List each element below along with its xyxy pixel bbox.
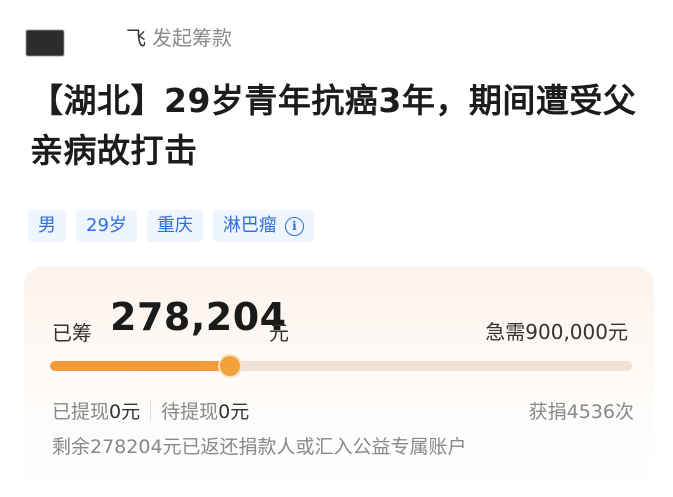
raised-unit: 元 xyxy=(269,321,289,345)
patient-tags: 男 29岁 重庆 淋巴瘤 i xyxy=(28,210,314,242)
progress-bar xyxy=(50,356,632,376)
donation-count[interactable]: 获捐4536次 xyxy=(529,397,634,424)
tag-city: 重庆 xyxy=(146,210,203,242)
organizer-line: 飞 发起筹款 xyxy=(26,16,232,56)
target-amount: 急需900,000元 xyxy=(485,320,628,344)
progress-fill xyxy=(50,361,230,371)
tag-gender: 男 xyxy=(28,210,66,242)
stats-divider xyxy=(150,400,152,421)
avatar[interactable] xyxy=(26,30,64,56)
tag-age-label: 29岁 xyxy=(86,215,127,236)
stats-row: 已提现 0元 待提现 0元 获捐4536次 xyxy=(52,397,634,424)
info-icon[interactable]: i xyxy=(284,216,304,236)
tag-disease-label: 淋巴瘤 xyxy=(222,215,277,236)
withdrawn-label: 已提现 xyxy=(52,401,110,423)
raised-amount: 278,204 xyxy=(110,295,287,339)
pending-value: 0元 xyxy=(218,401,250,423)
pending-label: 待提现 xyxy=(161,401,219,423)
tag-city-label: 重庆 xyxy=(156,215,193,236)
tag-gender-label: 男 xyxy=(38,215,56,236)
fundraising-page: 飞 发起筹款 【湖北】29岁青年抗癌3年，期间遭受父亲病故打击 男 29岁 重庆… xyxy=(0,0,673,497)
page-title: 【湖北】29岁青年抗癌3年，期间遭受父亲病故打击 xyxy=(30,81,637,170)
tag-age: 29岁 xyxy=(76,210,137,242)
tag-disease[interactable]: 淋巴瘤 i xyxy=(212,210,314,242)
progress-card: 已筹 278,204 元 急需900,000元 已提现 0元 待提现 0元 获捐… xyxy=(24,267,654,495)
organizer-action: 发起筹款 xyxy=(152,25,232,50)
withdrawn-value: 0元 xyxy=(109,401,141,423)
organizer-name[interactable]: 飞 xyxy=(126,22,146,51)
raised-label: 已筹 xyxy=(52,321,92,345)
progress-knob xyxy=(219,356,240,376)
refund-note: 剩余278204元已返还捐款人或汇入公益专属账户 xyxy=(52,436,467,458)
